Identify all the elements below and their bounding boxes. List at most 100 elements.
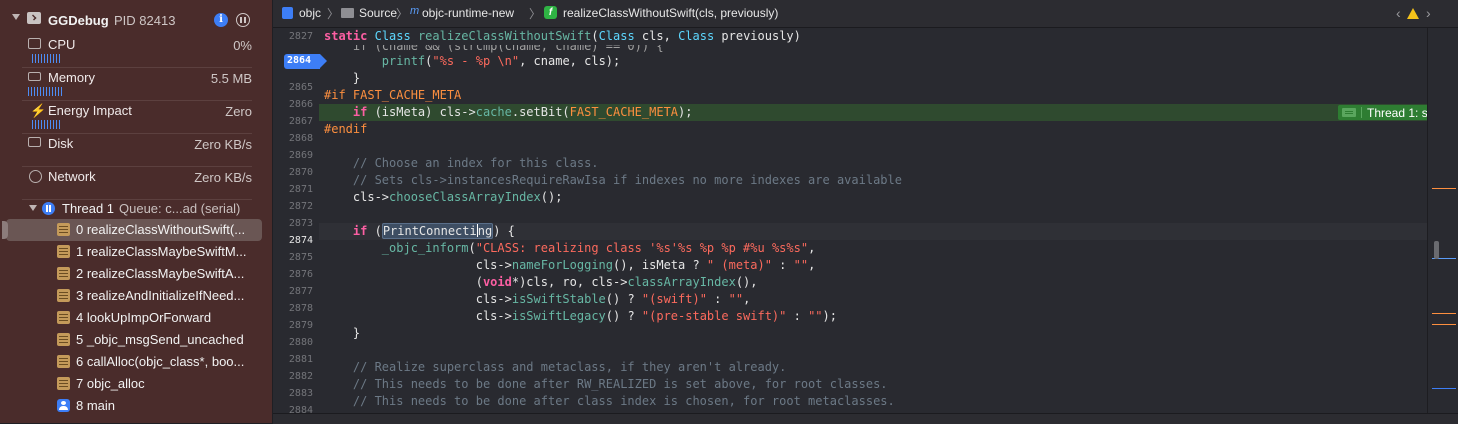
debug-navigator: GGDebug PID 82413 i CPU 0% Memory 5.5 MB… (0, 0, 272, 423)
thread-paused-icon (42, 202, 55, 215)
code-line[interactable]: // This needs to be done after RW_REALIZ… (319, 376, 1427, 393)
breakpoint-marker[interactable]: 2864 (284, 54, 327, 69)
code-line-text: cls->isSwiftLegacy() ? "(pre-stable swif… (324, 309, 837, 323)
line-number: 2879 (288, 320, 313, 331)
thread-step-badge[interactable]: Thread 1: step in (1338, 105, 1427, 120)
line-number: 2881 (288, 354, 313, 365)
warning-icon[interactable] (1407, 8, 1419, 19)
cpu-sparkline (32, 54, 62, 63)
chevron-right-icon[interactable]: › (1426, 5, 1431, 21)
code-line[interactable]: printf("%s - %p \n", cname, cls); (319, 53, 1427, 70)
code-line[interactable]: static Class realizeClassWithoutSwift(Cl… (319, 28, 1427, 45)
line-number: 2883 (288, 388, 313, 399)
breakpoint-line-number: 2864 (287, 55, 312, 66)
chevron-down-icon[interactable] (29, 205, 37, 211)
gauge-value: Zero KB/s (194, 137, 252, 152)
code-line[interactable]: #if FAST_CACHE_META (319, 87, 1427, 104)
stack-frame[interactable]: 0 realizeClassWithoutSwift(... (0, 219, 272, 241)
code-line-text: // Choose an index for this class. (324, 156, 599, 170)
code-line[interactable]: cls->nameForLogging(), isMeta ? " (meta)… (319, 257, 1427, 274)
process-name: GGDebug (48, 13, 109, 28)
frame-label: 5 _objc_msgSend_uncached (76, 332, 244, 347)
library-icon (57, 245, 70, 258)
gauge-network[interactable]: Network Zero KB/s (0, 167, 272, 200)
thread-row[interactable]: Thread 1 Queue: c...ad (serial) (0, 199, 272, 219)
jump-bar-folder[interactable]: Source (359, 6, 397, 20)
frame-label: 3 realizeAndInitializeIfNeed... (76, 288, 245, 303)
code-line[interactable] (319, 342, 1427, 359)
debug-bar (273, 413, 1458, 424)
stack-frame[interactable]: 8 main (0, 395, 272, 417)
line-number: 2876 (288, 269, 313, 280)
stack-frame[interactable]: 2 realizeClassMaybeSwiftA... (0, 263, 272, 285)
highlighted-execution-line[interactable]: if (isMeta) cls->cache.setBit(FAST_CACHE… (319, 104, 1427, 121)
terminal-app-icon (27, 12, 41, 24)
code-line[interactable]: _objc_inform("CLASS: realizing class '%s… (319, 240, 1427, 257)
code-line[interactable]: #endif (319, 121, 1427, 138)
line-number: 2875 (288, 252, 313, 263)
code-line[interactable]: (void*)cls, ro, cls->classArrayIndex(), (319, 274, 1427, 291)
code-area[interactable]: static Class realizeClassWithoutSwift(Cl… (319, 28, 1427, 423)
stack-frame[interactable]: 7 objc_alloc (0, 373, 272, 395)
code-line[interactable]: } (319, 325, 1427, 342)
stack-frame[interactable]: 5 _objc_msgSend_uncached (0, 329, 272, 351)
energy-icon: ⚡ (30, 103, 47, 118)
frame-label: 0 realizeClassWithoutSwift(... (76, 222, 246, 237)
gauge-memory[interactable]: Memory 5.5 MB (0, 68, 272, 101)
code-line[interactable] (319, 206, 1427, 223)
gauge-value: 5.5 MB (210, 71, 252, 86)
chevron-left-icon[interactable]: ‹ (1396, 5, 1401, 21)
process-row[interactable]: GGDebug PID 82413 i (0, 8, 272, 32)
chevron-right-icon: 〉 (529, 7, 542, 21)
library-icon (57, 355, 70, 368)
minimap[interactable] (1427, 28, 1458, 423)
code-line-text: if (isMeta) cls->cache.setBit(FAST_CACHE… (352, 105, 693, 119)
code-line[interactable]: } (319, 70, 1427, 87)
stack-frame[interactable]: 4 lookUpImpOrForward (0, 307, 272, 329)
cpu-icon (28, 38, 41, 49)
line-number: 2868 (288, 133, 313, 144)
code-line[interactable]: cls->isSwiftLegacy() ? "(pre-stable swif… (319, 308, 1427, 325)
stack-frame[interactable]: 3 realizeAndInitializeIfNeed... (0, 285, 272, 307)
gauge-value: Zero KB/s (194, 170, 252, 185)
jump-bar-file[interactable]: objc-runtime-new (422, 6, 514, 20)
code-line-text: // This needs to be done after RW_REALIZ… (324, 377, 888, 391)
gauge-cpu[interactable]: CPU 0% (0, 35, 272, 68)
project-icon (282, 7, 293, 19)
scroll-thumb[interactable] (1434, 241, 1439, 259)
gauge-energy[interactable]: ⚡ Energy Impact Zero (0, 101, 272, 134)
user-code-icon (57, 399, 70, 412)
code-line[interactable]: // Realize superclass and metaclass, if … (319, 359, 1427, 376)
gauge-disk[interactable]: Disk Zero KB/s (0, 134, 272, 167)
line-number-gutter[interactable]: 2827 2864 2865 2866 2867 2868 2869 2870 … (273, 28, 327, 423)
current-cursor-line[interactable]: if (PrintConnecting) { (319, 223, 1427, 240)
jump-bar-function[interactable]: realizeClassWithoutSwift(cls, previously… (563, 6, 778, 20)
frame-label: 2 realizeClassMaybeSwiftA... (76, 266, 245, 281)
pause-circle-icon[interactable] (236, 13, 250, 27)
current-line-number: 2874 (288, 235, 313, 246)
jump-bar-project[interactable]: objc (299, 6, 321, 20)
stack-frame[interactable]: 6 callAlloc(objc_class*, boo... (0, 351, 272, 373)
code-line-text: #endif (324, 122, 368, 136)
code-line-text: if (cname && (strcmp(cname, cname) == 0)… (324, 45, 664, 53)
frame-label: 6 callAlloc(objc_class*, boo... (76, 354, 245, 369)
code-line[interactable] (319, 138, 1427, 155)
chevron-down-icon[interactable] (12, 14, 20, 20)
code-line-text: // Realize superclass and metaclass, if … (324, 360, 787, 374)
thread-name: Thread 1 (62, 201, 115, 216)
objc-file-icon: m (410, 5, 420, 17)
code-line[interactable]: // This needs to be done after class ind… (319, 393, 1427, 410)
thread-queue: Queue: c...ad (serial) (119, 201, 241, 216)
code-line[interactable]: // Sets cls->instancesRequireRawIsa if i… (319, 172, 1427, 189)
library-icon (57, 289, 70, 302)
line-number: 2865 (288, 82, 313, 93)
code-line[interactable]: cls->isSwiftStable() ? "(swift)" : "", (319, 291, 1427, 308)
code-line[interactable]: // Choose an index for this class. (319, 155, 1427, 172)
line-number: 2871 (288, 184, 313, 195)
info-icon[interactable]: i (214, 13, 228, 27)
frame-label: 8 main (76, 398, 116, 413)
code-line-text: } (324, 71, 361, 85)
stack-frame[interactable]: 1 realizeClassMaybeSwiftM... (0, 241, 272, 263)
frame-label: 1 realizeClassMaybeSwiftM... (76, 244, 247, 259)
code-line[interactable]: cls->chooseClassArrayIndex(); (319, 189, 1427, 206)
